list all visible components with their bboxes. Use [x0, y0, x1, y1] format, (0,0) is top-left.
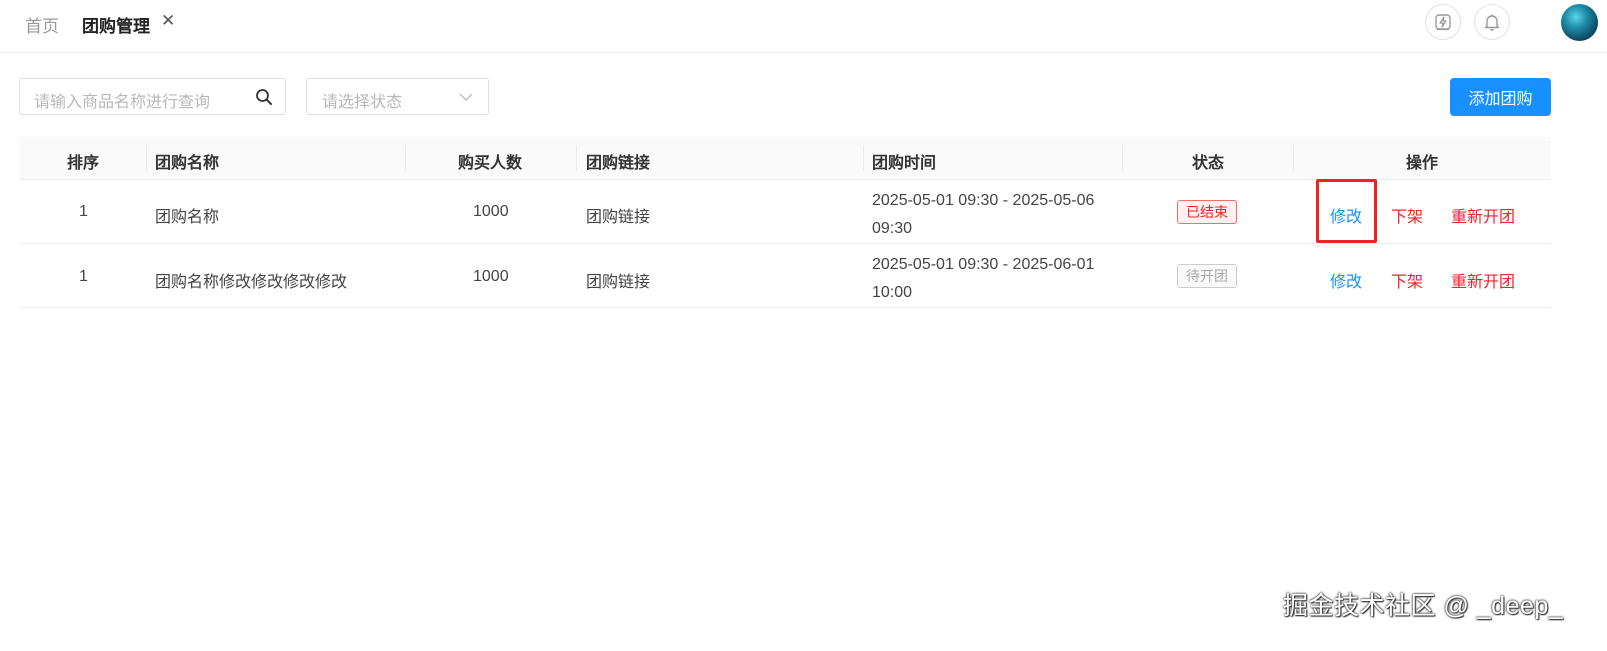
watermark: 掘金技术社区 @ _deep_ [1283, 592, 1564, 620]
column-header-actions: 操作 [1406, 155, 1439, 172]
search-icon[interactable] [255, 88, 273, 106]
row-count: 1000 [473, 203, 509, 220]
status-placeholder: 请选择状态 [322, 94, 403, 111]
row-sort: 1 [79, 203, 88, 220]
row-time-start: 2025-05-01 09:30 - 2025-06-01 [872, 256, 1095, 273]
table-row: 1 团购名称修改修改修改修改 1000 团购链接 2025-05-01 09:3… [19, 244, 1551, 308]
column-header-status: 状态 [1192, 155, 1225, 172]
tab-group-buy-management[interactable]: 团购管理 [82, 12, 150, 37]
column-header-count: 购买人数 [458, 155, 523, 172]
add-group-buy-button[interactable]: 添加团购 [1450, 78, 1551, 116]
tab-home[interactable]: 首页 [25, 12, 59, 37]
row-time-end: 10:00 [872, 284, 913, 301]
column-header-sort: 排序 [67, 155, 100, 172]
row-sort: 1 [79, 268, 88, 285]
annotation-highlight-box [1316, 179, 1377, 243]
notification-button[interactable] [1474, 4, 1510, 40]
bell-icon [1484, 14, 1500, 31]
column-header-time: 团购时间 [872, 155, 937, 172]
search-placeholder: 请输入商品名称进行查询 [34, 94, 211, 111]
avatar[interactable] [1561, 4, 1598, 41]
table-header: 排序 团购名称 购买人数 团购链接 团购时间 状态 操作 [19, 137, 1551, 180]
take-down-button[interactable]: 下架 [1391, 203, 1423, 227]
row-link[interactable]: 团购链接 [586, 203, 650, 227]
lightning-button[interactable] [1425, 4, 1461, 40]
reopen-group-button[interactable]: 重新开团 [1451, 203, 1515, 227]
edit-button[interactable]: 修改 [1330, 268, 1362, 292]
row-time: 2025-05-01 09:30 - 2025-06-01 10:00 [872, 251, 1122, 307]
row-name: 团购名称修改修改修改修改 [155, 274, 348, 291]
status-select[interactable]: 请选择状态 [306, 78, 489, 115]
column-divider [146, 145, 147, 171]
column-header-name: 团购名称 [155, 155, 220, 172]
column-divider [863, 145, 864, 171]
column-divider [405, 145, 406, 171]
lightning-icon [1435, 14, 1451, 31]
row-count: 1000 [473, 268, 509, 285]
column-header-link: 团购链接 [586, 155, 651, 172]
chevron-down-icon [459, 93, 473, 101]
column-divider [576, 145, 577, 171]
search-input[interactable]: 请输入商品名称进行查询 [19, 78, 286, 115]
row-time-end: 09:30 [872, 220, 913, 237]
take-down-button[interactable]: 下架 [1391, 268, 1423, 292]
column-divider [1122, 145, 1123, 171]
reopen-group-button[interactable]: 重新开团 [1451, 268, 1515, 292]
column-divider [1293, 145, 1294, 171]
status-badge: 待开团 [1177, 264, 1237, 288]
close-icon[interactable]: ✕ [161, 11, 175, 31]
status-badge: 已结束 [1177, 200, 1237, 224]
row-time-start: 2025-05-01 09:30 - 2025-05-06 [872, 192, 1095, 209]
row-name: 团购名称 [155, 209, 220, 226]
row-time: 2025-05-01 09:30 - 2025-05-06 09:30 [872, 187, 1122, 243]
top-bar: 首页 团购管理 ✕ [0, 0, 1607, 53]
row-link[interactable]: 团购链接 [586, 268, 650, 292]
